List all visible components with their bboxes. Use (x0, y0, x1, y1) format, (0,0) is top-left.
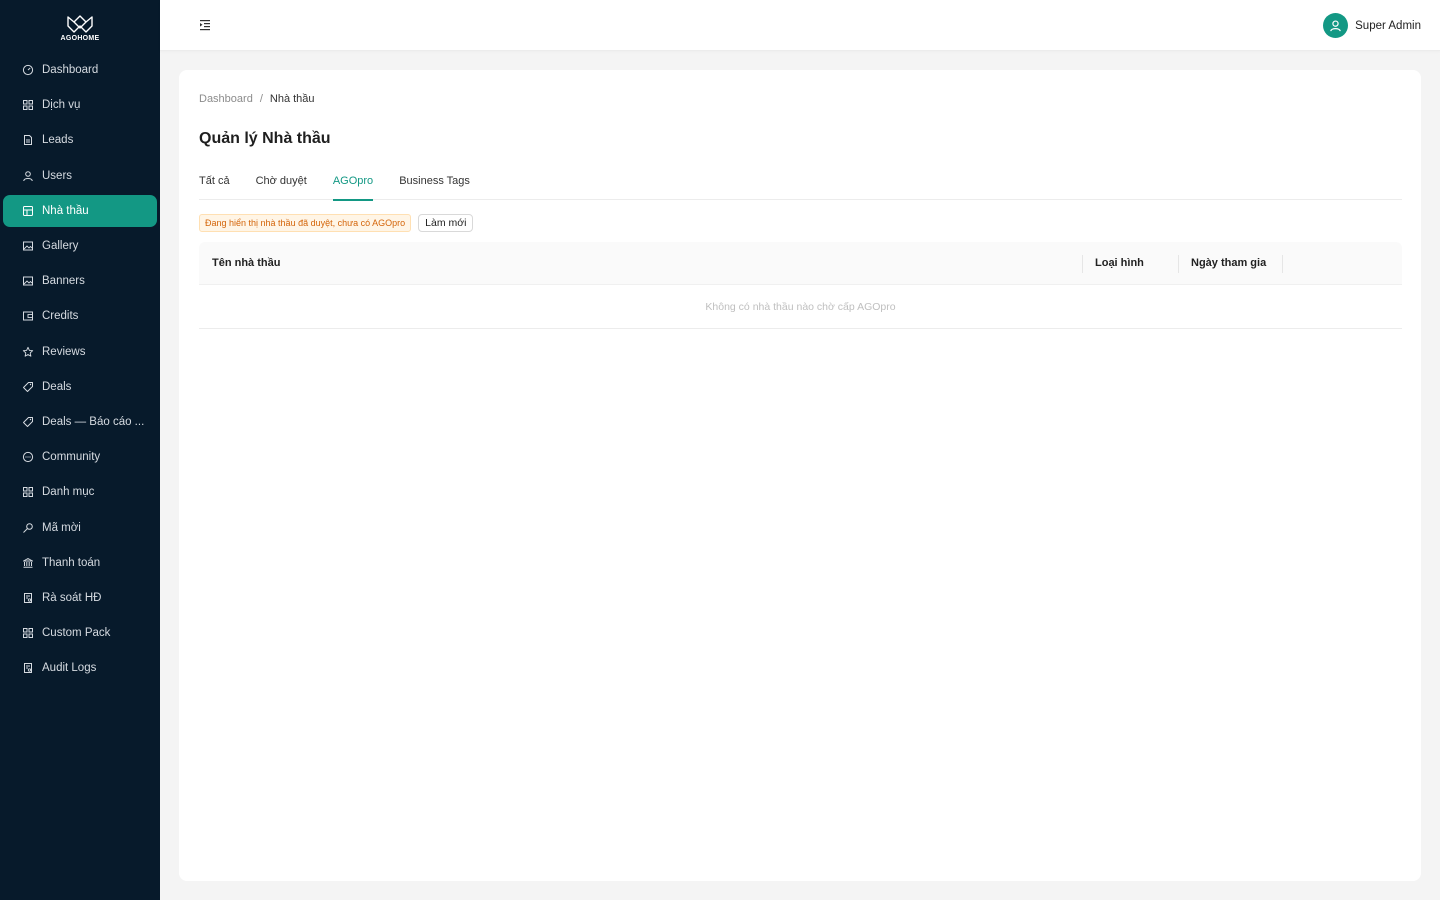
sidebar-item-thanh-toan[interactable]: Thanh toán (3, 547, 157, 579)
sidebar-item-label: Gallery (42, 240, 79, 252)
breadcrumb: Dashboard / Nhà thầu (199, 93, 315, 105)
sidebar-item-audit-logs[interactable]: Audit Logs (3, 652, 157, 684)
star-icon (22, 346, 34, 358)
column-header-joined-date[interactable]: Ngày tham gia (1191, 257, 1266, 269)
sidebar-item-label: Dashboard (42, 64, 99, 76)
refresh-button[interactable]: Làm mới (418, 214, 474, 232)
notice-row: Đang hiển thị nhà thầu đã duyệt, chưa có… (199, 214, 474, 232)
image-icon (22, 240, 34, 252)
sidebar-item-label: Deals (42, 380, 72, 393)
sidebar-item-community[interactable]: Community (3, 441, 157, 473)
content-card: Dashboard / Nhà thầu Quản lý Nhà thầu Tấ… (179, 70, 1421, 881)
image-icon (22, 275, 34, 287)
bank-icon (22, 557, 34, 569)
menu-fold-icon (200, 20, 210, 31)
sidebar-item-leads[interactable]: Leads (3, 124, 157, 156)
sidebar-item-label: Audit Logs (42, 662, 97, 675)
sidebar-item-credits[interactable]: Credits (3, 300, 157, 332)
file-icon (22, 134, 34, 146)
column-header-name[interactable]: Tên nhà thầu (212, 257, 280, 269)
status-notice-tag: Đang hiển thị nhà thầu đã duyệt, chưa có… (199, 214, 412, 232)
agohome-logo-icon (67, 15, 93, 33)
sidebar-item-label: Deals — Báo cáo ... (42, 416, 145, 428)
user-menu[interactable]: Super Admin (1323, 13, 1421, 38)
column-divider (1082, 255, 1083, 273)
column-divider (1178, 255, 1179, 273)
grid-icon (22, 99, 34, 111)
sidebar-item-ma-moi[interactable]: Mã mời (3, 512, 157, 544)
sidebar-item-label: Dịch vụ (42, 99, 81, 112)
brand-logo[interactable]: AGOHOME (0, 0, 160, 52)
sidebar-item-label: Credits (42, 310, 79, 323)
sidebar-item-gallery[interactable]: Gallery (3, 230, 157, 262)
sidebar-item-label: Mã mời (42, 521, 81, 534)
sidebar-item-dashboard[interactable]: Dashboard (3, 54, 157, 86)
tab-tat-ca[interactable]: Tất cả (199, 174, 230, 200)
sidebar-item-users[interactable]: Users (3, 160, 157, 192)
sidebar-item-reviews[interactable]: Reviews (3, 336, 157, 368)
sidebar-item-label: Rà soát HĐ (42, 592, 102, 604)
column-header-type[interactable]: Loại hình (1095, 257, 1144, 269)
sidebar-item-label: Leads (42, 134, 74, 147)
audit-icon (22, 662, 34, 674)
grid-icon (22, 486, 34, 498)
user-icon (1330, 20, 1341, 32)
avatar (1323, 13, 1349, 38)
sidebar-item-custom-pack[interactable]: Custom Pack (3, 617, 157, 649)
sidebar-item-label: Reviews (42, 345, 86, 358)
sidebar-item-label: Banners (42, 275, 85, 288)
audit-icon (22, 592, 34, 604)
tab-bar: Tất cả Chờ duyệt AGOpro Business Tags (199, 174, 1402, 201)
tab-agopro[interactable]: AGOpro (332, 174, 374, 201)
sidebar-item-banners[interactable]: Banners (3, 265, 157, 297)
sidebar-item-label: Community (42, 451, 101, 464)
column-divider (1282, 255, 1283, 273)
sidebar-item-label: Thanh toán (42, 556, 101, 569)
wallet-icon (22, 310, 34, 322)
store-icon (22, 205, 34, 217)
sidebar-item-ra-soat-hd[interactable]: Rà soát HĐ (3, 582, 157, 614)
tag-icon (22, 416, 34, 428)
top-header: Super Admin (160, 0, 1440, 51)
tab-cho-duyet[interactable]: Chờ duyệt (256, 174, 307, 200)
tag-icon (22, 381, 34, 393)
user-name: Super Admin (1355, 19, 1421, 32)
chat-icon (22, 451, 34, 463)
user-icon (22, 170, 34, 182)
breadcrumb-current: Nhà thầu (269, 93, 315, 105)
grid-icon (22, 627, 34, 639)
table-header: Tên nhà thầu Loại hình Ngày tham gia (199, 242, 1402, 285)
sidebar: AGOHOME Dashboard Dịch vụ Leads Users Nhà th… (0, 0, 160, 900)
page-title: Quản lý Nhà thầu (199, 130, 331, 147)
sidebar-item-dich-vu[interactable]: Dịch vụ (3, 89, 157, 121)
tab-business-tags[interactable]: Business Tags (399, 174, 470, 200)
breadcrumb-separator: / (259, 93, 263, 105)
sidebar-item-deals[interactable]: Deals (3, 371, 157, 403)
contractor-table: Tên nhà thầu Loại hình Ngày tham gia Khô… (199, 242, 1402, 329)
brand-name: AGOHOME (60, 35, 100, 42)
sidebar-item-label: Custom Pack (42, 627, 111, 640)
sidebar-item-label: Nhà thầu (42, 204, 89, 217)
sidebar-item-deals-bao-cao[interactable]: Deals — Báo cáo ... (3, 406, 157, 438)
sidebar-item-label: Users (42, 169, 73, 182)
sidebar-item-label: Danh mục (42, 486, 95, 499)
dashboard-icon (22, 64, 34, 76)
table-empty-state: Không có nhà thầu nào chờ cấp AGOpro (199, 285, 1402, 329)
breadcrumb-dashboard-link[interactable]: Dashboard (199, 93, 253, 105)
key-icon (22, 522, 34, 534)
sidebar-item-nha-thau[interactable]: Nhà thầu (3, 194, 157, 227)
sidebar-item-danh-muc[interactable]: Danh mục (3, 476, 157, 508)
menu-toggle-button[interactable] (198, 18, 212, 32)
